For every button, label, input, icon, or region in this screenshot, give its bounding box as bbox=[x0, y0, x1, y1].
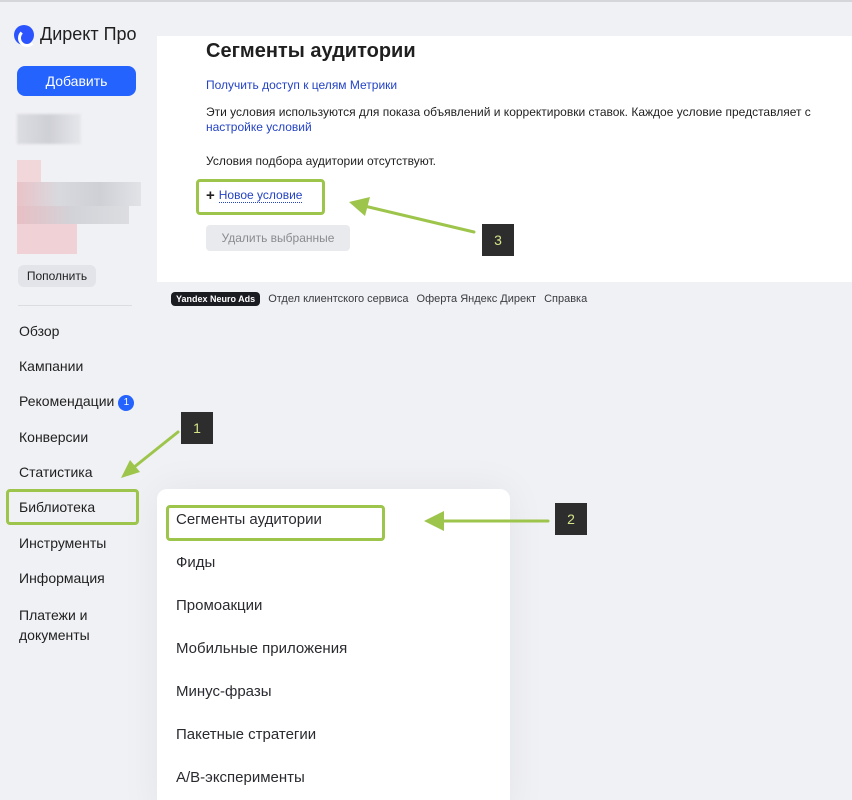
arrow-3-head bbox=[349, 197, 370, 216]
arrow-2-head bbox=[424, 511, 444, 531]
arrow-1 bbox=[126, 430, 180, 474]
step-2-marker: 2 bbox=[555, 503, 587, 535]
arrow-1-head bbox=[121, 460, 140, 478]
arrow-3 bbox=[354, 202, 476, 234]
step-1-marker: 1 bbox=[181, 412, 213, 444]
step-3-marker: 3 bbox=[482, 224, 514, 256]
annotation-arrows bbox=[121, 197, 550, 531]
